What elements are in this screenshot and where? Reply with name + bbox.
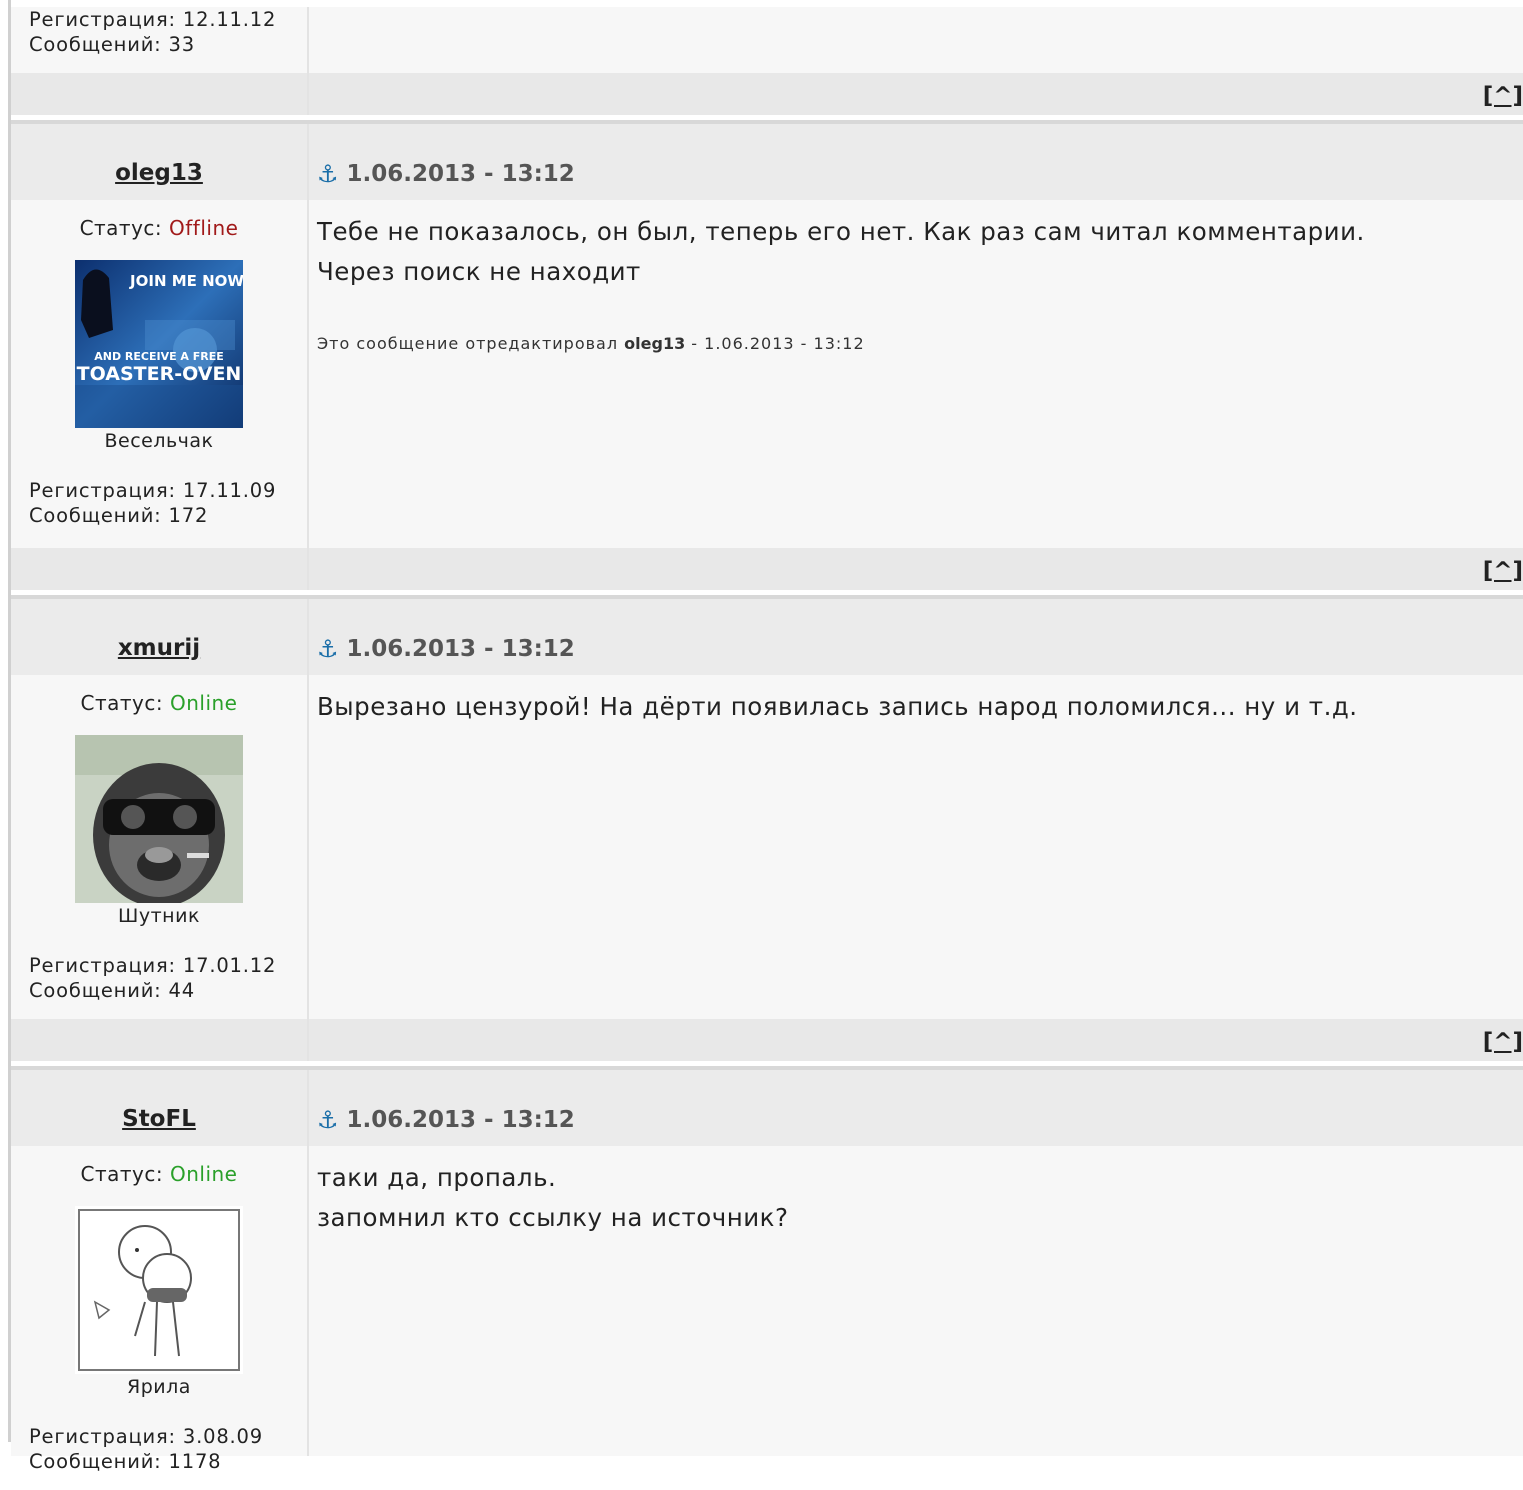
forum-thread: Регистрация: 12.11.12 Сообщений: 33 [^] … — [8, 0, 1523, 1473]
user-info: Статус: Online Ярила Регистрация: 3.08.0… — [11, 1146, 307, 1473]
post-footer-right: [^] — [307, 548, 1523, 590]
avatar-text-top: JOIN ME NOW — [129, 272, 243, 290]
user-status: Статус: Online — [11, 691, 307, 715]
post-author-cell: oleg13 — [11, 124, 307, 200]
post-body: Статус: Offline JOIN ME NOW AND RECEIVE … — [11, 200, 1523, 548]
registration-date: Регистрация: 3.08.09 — [29, 1425, 263, 1448]
edit-note: Это сообщение отредактировал oleg13 - 1.… — [309, 334, 1523, 353]
user-status: Статус: Offline — [11, 216, 307, 240]
user-rank: Весельчак — [104, 430, 214, 452]
user-info: Статус: Online Шутник Регистрация: 17.01… — [11, 675, 307, 1019]
user-avatar — [75, 735, 243, 903]
message-count: Сообщений: 172 — [29, 504, 209, 527]
post-text: Тебе не показалось, он был, теперь его н… — [309, 200, 1523, 292]
status-value: Online — [169, 1162, 238, 1186]
post-footer: [^] — [11, 73, 1523, 115]
username-link[interactable]: xmurij — [118, 635, 200, 661]
post-text-line: таки да, пропаль. — [317, 1163, 557, 1192]
post-date-cell: ⚓ 1.06.2013 - 13:12 — [307, 1070, 1523, 1146]
edit-note-user: oleg13 — [624, 334, 686, 353]
avatar-text-bottom: TOASTER-OVEN — [77, 363, 242, 385]
post-author-cell: StoFL — [11, 1070, 307, 1146]
post-date: ⚓ 1.06.2013 - 13:12 — [317, 635, 575, 663]
scroll-top-link[interactable]: [^] — [1483, 83, 1523, 109]
post-date: ⚓ 1.06.2013 - 13:12 — [317, 1106, 575, 1134]
post-footer: [^] — [11, 1019, 1523, 1061]
post-content: таки да, пропаль. запомнил кто ссылку на… — [307, 1146, 1523, 1456]
post-text-line: Через поиск не находит — [317, 257, 641, 286]
post-footer-left — [11, 1019, 307, 1061]
edit-note-suffix: - 1.06.2013 - 13:12 — [685, 334, 865, 353]
post-text: Вырезано цензурой! На дёрти появилась за… — [309, 675, 1523, 727]
user-rank: Ярила — [127, 1376, 191, 1398]
top-spacer — [11, 0, 1523, 7]
post-footer-right: [^] — [307, 1019, 1523, 1061]
user-info: Статус: Offline JOIN ME NOW AND RECEIVE … — [11, 200, 307, 548]
post-date-text: 1.06.2013 - 13:12 — [346, 636, 575, 662]
post-body: Статус: Online Ярила Регистрация: 3.08.0… — [11, 1146, 1523, 1473]
post-header: StoFL ⚓ 1.06.2013 - 13:12 — [11, 1070, 1523, 1146]
post-body-partial: Регистрация: 12.11.12 Сообщений: 33 — [11, 7, 1523, 73]
post-author-cell: xmurij — [11, 599, 307, 675]
post-date-text: 1.06.2013 - 13:12 — [346, 1107, 575, 1133]
status-label: Статус: — [80, 691, 170, 715]
post-text-line: Вырезано цензурой! На дёрти появилась за… — [317, 692, 1358, 721]
post-content: Тебе не показалось, он был, теперь его н… — [307, 200, 1523, 548]
post-content-partial — [307, 7, 1523, 73]
user-rank: Шутник — [118, 905, 200, 927]
user-avatar — [75, 1206, 243, 1374]
username-link[interactable]: StoFL — [122, 1106, 196, 1132]
post-text-line: запомнил кто ссылку на источник? — [317, 1203, 789, 1232]
user-stats: Регистрация: 3.08.09 Сообщений: 1178 — [11, 1424, 307, 1490]
user-stats: Регистрация: 17.11.09 Сообщений: 172 — [11, 478, 307, 544]
anchor-icon[interactable]: ⚓ — [317, 1106, 339, 1134]
anchor-icon[interactable]: ⚓ — [317, 160, 339, 188]
post-date-text: 1.06.2013 - 13:12 — [346, 161, 575, 187]
post-date-cell: ⚓ 1.06.2013 - 13:12 — [307, 599, 1523, 675]
status-label: Статус: — [80, 1162, 170, 1186]
registration-date: Регистрация: 17.11.09 — [29, 479, 277, 502]
post-footer-left — [11, 73, 307, 115]
post-body: Статус: Online Шутник Регистрация: 17.01… — [11, 675, 1523, 1019]
edit-note-prefix: Это сообщение отредактировал — [317, 334, 625, 353]
post-date-cell: ⚓ 1.06.2013 - 13:12 — [307, 124, 1523, 200]
username-link[interactable]: oleg13 — [115, 160, 203, 186]
message-count: Сообщений: 44 — [29, 979, 195, 1002]
status-label: Статус: — [79, 216, 170, 240]
post-date: ⚓ 1.06.2013 - 13:12 — [317, 160, 575, 188]
anchor-icon[interactable]: ⚓ — [317, 635, 339, 663]
registration-date: Регистрация: 12.11.12 — [29, 8, 277, 31]
status-value: Offline — [169, 216, 239, 240]
post-footer: [^] — [11, 548, 1523, 590]
post-header: xmurij ⚓ 1.06.2013 - 13:12 — [11, 599, 1523, 675]
avatar-text-mid: AND RECEIVE A FREE — [94, 350, 224, 363]
message-count: Сообщений: 33 — [29, 33, 195, 56]
user-stats: Регистрация: 17.01.12 Сообщений: 44 — [11, 953, 307, 1019]
user-stats: Регистрация: 12.11.12 Сообщений: 33 — [11, 7, 307, 73]
post-text: таки да, пропаль. запомнил кто ссылку на… — [309, 1146, 1523, 1238]
post-footer-left — [11, 548, 307, 590]
scroll-top-link[interactable]: [^] — [1483, 558, 1523, 584]
post-header: oleg13 ⚓ 1.06.2013 - 13:12 — [11, 124, 1523, 200]
post-text-line: Тебе не показалось, он был, теперь его н… — [317, 217, 1365, 246]
message-count: Сообщений: 1178 — [29, 1450, 222, 1473]
user-status: Статус: Online — [11, 1162, 307, 1186]
user-info-partial: Регистрация: 12.11.12 Сообщений: 33 — [11, 7, 307, 73]
status-value: Online — [169, 691, 238, 715]
registration-date: Регистрация: 17.01.12 — [29, 954, 277, 977]
post-content: Вырезано цензурой! На дёрти появилась за… — [307, 675, 1523, 1019]
post-footer-right: [^] — [307, 73, 1523, 115]
user-avatar: JOIN ME NOW AND RECEIVE A FREE TOASTER-O… — [75, 260, 243, 428]
scroll-top-link[interactable]: [^] — [1483, 1029, 1523, 1055]
